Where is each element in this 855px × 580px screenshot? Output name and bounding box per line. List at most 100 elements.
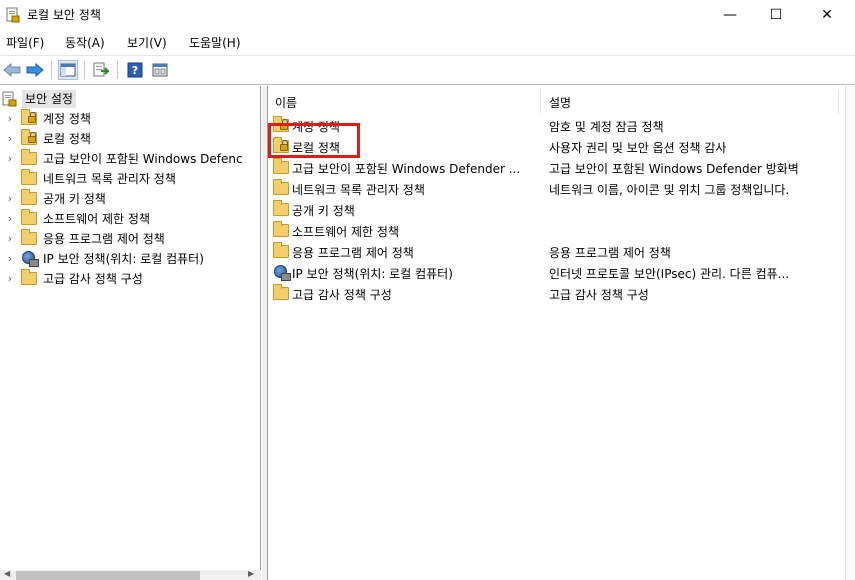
- tree-item-label: 네트워크 목록 관리자 정책: [43, 171, 176, 186]
- tree-item-account-policy[interactable]: › 계정 정책: [0, 108, 91, 128]
- forward-button[interactable]: [25, 60, 45, 80]
- tree-item-public-key-policy[interactable]: › 공개 키 정책: [0, 188, 106, 208]
- row-name: 고급 보안이 포함된 Windows Defender ...: [292, 162, 521, 176]
- list-row-network-list-manager[interactable]: 네트워크 목록 관리자 정책 네트워크 이름, 아이콘 및 위치 그룹 정책입니…: [268, 178, 855, 198]
- tree-item-application-control[interactable]: › 응용 프로그램 제어 정책: [0, 228, 165, 248]
- tree-item-local-policy[interactable]: › 로컬 정책: [0, 128, 91, 148]
- menu-file[interactable]: 파일(F): [6, 34, 44, 51]
- menu-help[interactable]: 도움말(H): [189, 34, 241, 51]
- row-description: 고급 감사 정책 구성: [549, 288, 649, 302]
- tree-item-label: 응용 프로그램 제어 정책: [43, 231, 165, 246]
- row-description: 인터넷 프로토콜 보안(IPsec) 관리. 다른 컴퓨...: [549, 267, 790, 281]
- back-arrow-icon: [3, 63, 21, 77]
- tree-horizontal-scrollbar[interactable]: ◀ ▶: [0, 569, 261, 580]
- help-button[interactable]: ?: [125, 60, 145, 80]
- show-hide-tree-icon: [60, 63, 76, 77]
- list-row-account-policy[interactable]: 계정 정책 암호 및 계정 잠금 정책: [268, 115, 855, 135]
- folder-icon: [21, 169, 37, 186]
- folder-icon: [21, 209, 37, 226]
- row-description: 응용 프로그램 제어 정책: [549, 246, 671, 260]
- row-description: 고급 보안이 포함된 Windows Defender 방화벽: [549, 162, 799, 176]
- tree-item-windows-defender-firewall[interactable]: › 고급 보안이 포함된 Windows Defenc: [0, 148, 243, 168]
- list-row-ip-security[interactable]: IP 보안 정책(위치: 로컬 컴퓨터) 인터넷 프로토콜 보안(IPsec) …: [268, 262, 855, 282]
- chevron-right-icon[interactable]: ›: [5, 132, 15, 145]
- properties-icon: [152, 63, 168, 77]
- list-row-advanced-audit[interactable]: 고급 감사 정책 구성 고급 감사 정책 구성: [268, 283, 855, 303]
- minimize-icon: —: [723, 7, 737, 23]
- folder-icon: [273, 221, 289, 238]
- maximize-button[interactable]: ☐: [753, 0, 799, 30]
- tree-item-label: 고급 보안이 포함된 Windows Defenc: [43, 151, 243, 166]
- folder-icon: [273, 179, 289, 196]
- ipsec-icon: [21, 250, 39, 267]
- row-name: 고급 감사 정책 구성: [292, 288, 392, 302]
- tree-item-software-restriction[interactable]: › 소프트웨어 제한 정책: [0, 208, 150, 228]
- chevron-right-icon[interactable]: ›: [5, 212, 15, 225]
- toolbar: ?: [0, 55, 855, 85]
- minimize-button[interactable]: —: [707, 0, 753, 30]
- ipsec-icon: [273, 264, 291, 281]
- column-header-name[interactable]: 이름: [275, 88, 297, 116]
- tree-item-label: 고급 감사 정책 구성: [43, 271, 143, 286]
- folder-icon: [21, 269, 37, 286]
- chevron-right-icon[interactable]: ›: [5, 252, 15, 265]
- svg-text:?: ?: [132, 64, 138, 77]
- tree-item-label: IP 보안 정책(위치: 로컬 컴퓨터): [43, 251, 204, 266]
- row-name: 응용 프로그램 제어 정책: [292, 246, 414, 260]
- row-name: 로컬 정책: [292, 141, 340, 155]
- list-pane: 이름 설명 계정 정책 암호 및 계정 잠금 정책 로컬 정책 사용자 권리 및…: [267, 86, 855, 580]
- list-row-windows-defender-firewall[interactable]: 고급 보안이 포함된 Windows Defender ... 고급 보안이 포…: [268, 157, 855, 177]
- tree-item-label: 로컬 정책: [43, 131, 91, 146]
- menu-bar: 파일(F) 동작(A) 보기(V) 도움말(H): [0, 30, 855, 54]
- maximize-icon: ☐: [769, 7, 783, 23]
- window-title: 로컬 보안 정책: [27, 8, 101, 22]
- list-row-public-key-policy[interactable]: 공개 키 정책: [268, 199, 855, 219]
- tree-root-label: 보안 설정: [22, 90, 76, 108]
- tree-item-label: 공개 키 정책: [43, 191, 106, 206]
- chevron-right-icon[interactable]: ›: [5, 272, 15, 285]
- properties-button[interactable]: [150, 60, 170, 80]
- list-row-software-restriction[interactable]: 소프트웨어 제한 정책: [268, 220, 855, 240]
- chevron-right-icon[interactable]: ›: [5, 112, 15, 125]
- folder-lock-icon: [273, 116, 289, 133]
- row-description: 암호 및 계정 잠금 정책: [549, 120, 664, 134]
- column-header-description[interactable]: 설명: [549, 88, 571, 116]
- export-list-icon: [93, 62, 109, 77]
- close-button[interactable]: ✕: [804, 0, 850, 30]
- chevron-right-icon[interactable]: ›: [5, 232, 15, 245]
- list-row-application-control[interactable]: 응용 프로그램 제어 정책 응용 프로그램 제어 정책: [268, 241, 855, 261]
- chevron-right-icon[interactable]: ›: [5, 152, 15, 165]
- folder-icon: [21, 229, 37, 246]
- help-icon: ?: [127, 62, 143, 78]
- row-description: 네트워크 이름, 아이콘 및 위치 그룹 정책입니다.: [549, 183, 790, 197]
- tree-root-security-settings[interactable]: 보안 설정: [2, 90, 76, 108]
- scroll-right-icon[interactable]: ▶: [248, 569, 254, 578]
- tree-item-advanced-audit[interactable]: › 고급 감사 정책 구성: [0, 268, 143, 288]
- scrollbar-thumb[interactable]: [16, 571, 200, 580]
- folder-icon: [273, 242, 289, 259]
- export-list-button[interactable]: [91, 60, 111, 80]
- menu-action[interactable]: 동작(A): [65, 34, 105, 51]
- row-name: 계정 정책: [292, 120, 340, 134]
- folder-icon: [21, 189, 37, 206]
- row-name: 소프트웨어 제한 정책: [292, 225, 399, 239]
- tree-item-label: 계정 정책: [43, 111, 91, 126]
- list-row-local-policy[interactable]: 로컬 정책 사용자 권리 및 보안 옵션 정책 감사: [268, 136, 855, 156]
- folder-lock-icon: [21, 129, 37, 146]
- folder-icon: [273, 284, 289, 301]
- scroll-left-icon[interactable]: ◀: [4, 569, 10, 578]
- row-name: IP 보안 정책(위치: 로컬 컴퓨터): [292, 267, 453, 281]
- forward-arrow-icon: [26, 63, 44, 77]
- chevron-right-icon[interactable]: ›: [5, 192, 15, 205]
- tree-pane: 보안 설정 › 계정 정책 › 로컬 정책 › 고급 보안이 포함된 Windo…: [0, 86, 261, 580]
- tree-item-ip-security[interactable]: › IP 보안 정책(위치: 로컬 컴퓨터): [0, 248, 204, 268]
- folder-lock-icon: [21, 109, 37, 126]
- back-button[interactable]: [2, 60, 22, 80]
- show-hide-tree-button[interactable]: [58, 60, 78, 80]
- title-bar: 로컬 보안 정책 — ☐ ✕: [0, 0, 855, 30]
- list-vertical-scrollbar[interactable]: [845, 86, 855, 580]
- folder-lock-icon: [273, 137, 289, 154]
- menu-view[interactable]: 보기(V): [127, 34, 167, 51]
- folder-icon: [273, 158, 289, 175]
- tree-item-network-list-manager[interactable]: 네트워크 목록 관리자 정책: [0, 168, 176, 188]
